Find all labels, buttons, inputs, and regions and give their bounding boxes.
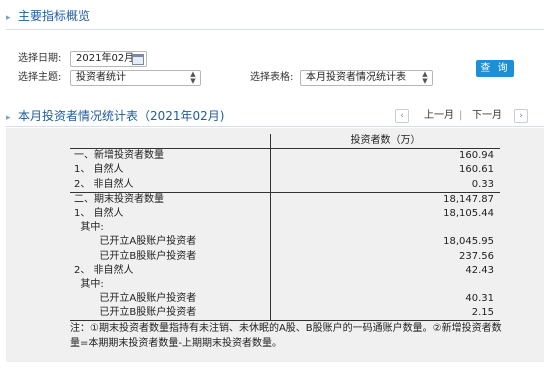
- table-select[interactable]: 本月投资者情况统计表 ▲ ▼: [300, 70, 433, 86]
- table-row: 其中:: [70, 221, 501, 236]
- table-row: 2、 非自然人 0.33: [70, 177, 500, 193]
- row-label: 1、 自然人: [70, 163, 271, 178]
- row-value: 18,147.87: [270, 191, 500, 207]
- table-row: 已开立A股账户投资者 18,045.95: [70, 235, 500, 250]
- section-divider: [6, 29, 544, 30]
- next-arrow-button[interactable]: ›: [514, 109, 528, 123]
- row-value: 18,105.44: [443, 208, 494, 220]
- row-value: 2.15: [270, 306, 500, 322]
- stats-panel: 投资者数（万） 一、新增投资者数量 160.94 1、 自然人 160.61 2、 …: [6, 128, 544, 362]
- row-value: 160.94: [459, 150, 494, 162]
- row-value: [271, 278, 501, 292]
- row-value: 18,045.95: [443, 236, 494, 248]
- pager-separator: |: [459, 110, 463, 121]
- caret-right-icon: ▸: [6, 113, 11, 123]
- table-row: 已开立B股账户投资者 2.15: [70, 306, 500, 322]
- section-title-text: 本月投资者情况统计表（2021年02月): [18, 109, 225, 123]
- prev-arrow-button[interactable]: ‹: [395, 109, 409, 123]
- table-row: 一、新增投资者数量 160.94: [70, 148, 500, 164]
- prev-month-link[interactable]: 上一月: [424, 109, 454, 123]
- date-picker[interactable]: 2021年02月: [70, 51, 147, 67]
- row-label: 已开立B股账户投资者: [70, 306, 271, 322]
- row-label: 已开立B股账户投资者: [70, 249, 271, 264]
- row-label: 已开立A股账户投资者: [70, 292, 271, 307]
- next-month-link[interactable]: 下一月: [472, 109, 502, 123]
- row-label: 其中:: [70, 277, 271, 293]
- row-label: 其中:: [70, 221, 271, 236]
- query-button[interactable]: 查 询: [476, 60, 514, 77]
- row-label: 一、新增投资者数量: [70, 148, 271, 164]
- table-row: 已开立B股账户投资者 237.56: [70, 249, 500, 264]
- date-label: 选择日期:: [18, 53, 62, 64]
- row-label: 二、期末投资者数量: [70, 191, 271, 207]
- row-value: 237.56: [459, 250, 494, 262]
- row-label: 2、 非自然人: [70, 263, 271, 278]
- section-title-overview: ▸ 主要指标概览: [6, 6, 90, 26]
- header-cell: 投资者数（万）: [270, 134, 500, 150]
- topic-value: 投资者统计: [76, 72, 126, 83]
- header-cell: [70, 134, 271, 150]
- row-label: 已开立A股账户投资者: [70, 235, 271, 250]
- date-value: 2021年02月: [76, 53, 135, 64]
- section-title-monthly: ▸ 本月投资者情况统计表（2021年02月): [6, 106, 225, 126]
- table-row: 1、 自然人 18,105.44: [70, 206, 500, 222]
- table-footnote: 注：①期末投资者数量指持有未注销、未休眠的A股、B股账户的一码通账户数量。②新增…: [70, 323, 502, 349]
- row-value: 42.43: [465, 264, 494, 276]
- section-title-text: 主要指标概览: [18, 9, 91, 23]
- row-value: 0.33: [471, 178, 494, 190]
- table-row: 二、期末投资者数量 18,147.87: [70, 191, 500, 207]
- table-row: 已开立A股账户投资者 40.31: [70, 292, 500, 307]
- select-arrows-icon: ▲ ▼: [422, 70, 428, 85]
- table-row: 1、 自然人 160.61: [70, 163, 500, 178]
- topic-select[interactable]: 投资者统计 ▲ ▼: [70, 70, 201, 86]
- table-value: 本月投资者情况统计表: [306, 72, 406, 83]
- row-label: 1、 自然人: [70, 206, 271, 222]
- row-label: 2、 非自然人: [70, 177, 271, 193]
- topic-label: 选择主题:: [18, 72, 62, 83]
- calendar-icon[interactable]: [132, 54, 144, 65]
- row-value: 160.61: [459, 164, 494, 176]
- table-header-row: 投资者数（万）: [70, 134, 500, 150]
- table-label: 选择表格:: [250, 72, 294, 83]
- select-arrows-icon: ▲ ▼: [190, 70, 196, 85]
- table-row: 其中:: [70, 277, 501, 293]
- caret-right-icon: ▸: [6, 13, 11, 23]
- section-divider: [6, 126, 544, 127]
- row-value: [271, 221, 501, 235]
- investor-stats-table: 投资者数（万） 一、新增投资者数量 160.94 1、 自然人 160.61 2、 …: [70, 134, 501, 322]
- row-value: 40.31: [465, 293, 494, 305]
- table-row: 2、 非自然人 42.43: [70, 263, 500, 278]
